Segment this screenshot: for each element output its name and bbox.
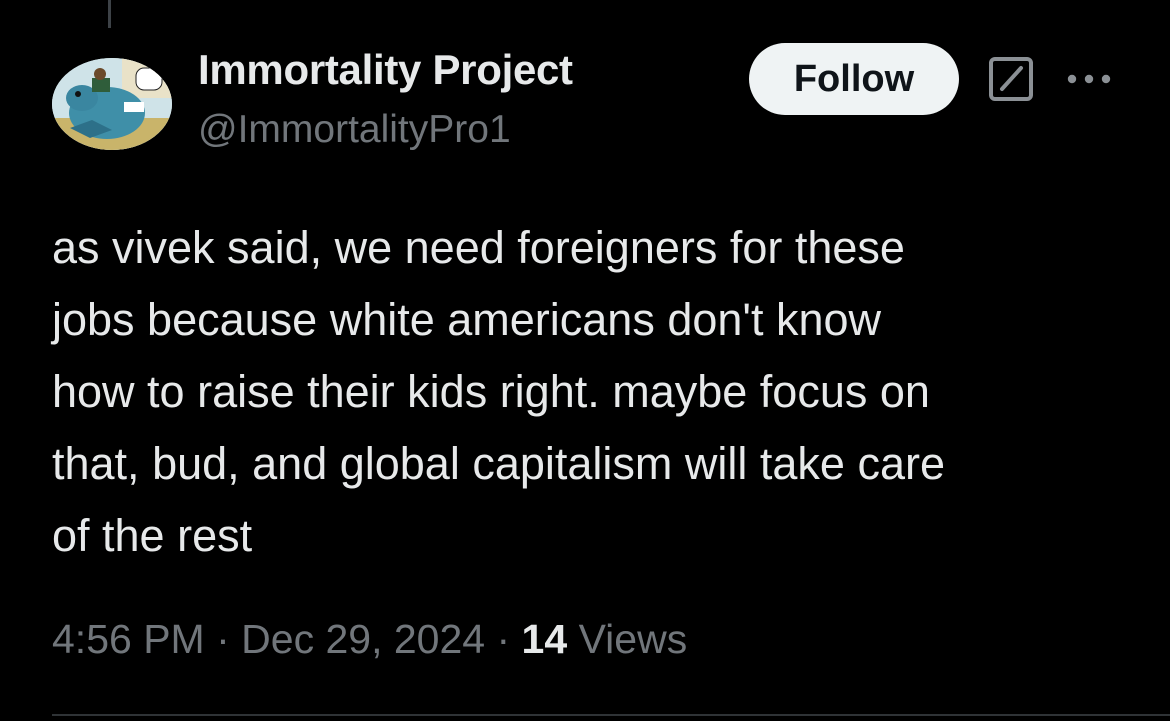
thread-connector-line: [108, 0, 111, 28]
tweet-metadata: 4:56 PM · Dec 29, 2024 · 14 Views: [52, 616, 687, 663]
tweet-text-line: how to raise their kids right. maybe foc…: [52, 366, 930, 417]
meta-separator: ·: [496, 616, 511, 662]
avatar[interactable]: [52, 58, 172, 150]
tweet-time[interactable]: 4:56 PM: [52, 616, 205, 662]
avatar-image: [52, 58, 172, 150]
more-options-icon[interactable]: [1064, 62, 1114, 96]
follow-button[interactable]: Follow: [749, 43, 959, 115]
views-count[interactable]: 14: [522, 616, 568, 662]
divider: [52, 714, 1170, 716]
meta-separator: ·: [216, 616, 230, 662]
tweet-text-line: that, bud, and global capitalism will ta…: [52, 438, 945, 489]
author-handle[interactable]: @ImmortalityPro1: [198, 108, 511, 152]
tweet-text-line: of the rest: [52, 510, 253, 561]
tweet-text: as vivek said, we need foreigners for th…: [52, 212, 1132, 572]
views-label[interactable]: Views: [579, 616, 688, 662]
tweet-date[interactable]: Dec 29, 2024: [241, 616, 485, 662]
author-display-name[interactable]: Immortality Project: [198, 46, 573, 94]
tweet-text-line: as vivek said, we need foreigners for th…: [52, 222, 905, 273]
tweet-text-line: jobs because white americans don't know: [52, 294, 882, 345]
grok-icon[interactable]: [988, 56, 1034, 102]
